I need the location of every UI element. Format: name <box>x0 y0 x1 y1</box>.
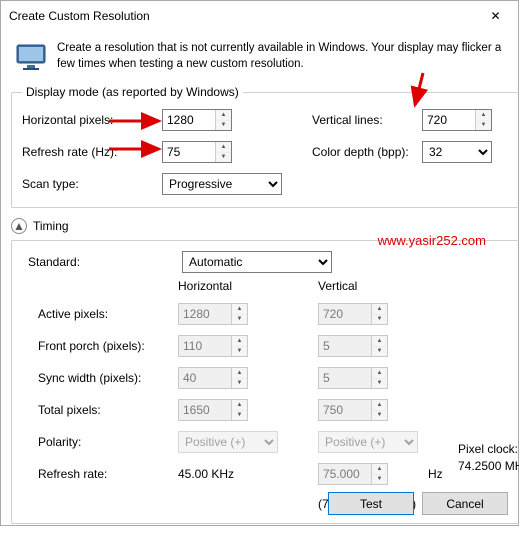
spinner-up-icon: ▲ <box>232 368 247 379</box>
spinner-up-icon[interactable]: ▲ <box>476 110 491 121</box>
hpix-input[interactable] <box>163 110 215 130</box>
rrate-input[interactable] <box>163 142 215 162</box>
spinner-down-icon[interactable]: ▼ <box>476 121 491 131</box>
timing-rrate-h: 45.00 KHz <box>178 467 288 481</box>
sync-label: Sync width (pixels): <box>38 371 178 385</box>
spinner-down-icon: ▼ <box>232 411 247 421</box>
test-button[interactable]: Test <box>328 492 414 515</box>
active-h-input <box>179 304 231 324</box>
active-v-input <box>319 304 371 324</box>
spinner-up-icon[interactable]: ▲ <box>216 142 231 153</box>
dialog-window: Create Custom Resolution ✕ Create a reso… <box>0 0 519 526</box>
close-button[interactable]: ✕ <box>473 1 518 31</box>
cdepth-label: Color depth (bpp): <box>312 145 422 159</box>
front-v-input <box>319 336 371 356</box>
total-v-input <box>319 400 371 420</box>
total-v-spinner: ▲▼ <box>318 399 388 421</box>
scan-select[interactable]: Progressive <box>162 173 282 195</box>
pixelclock-label: Pixel clock: <box>458 442 518 456</box>
vlines-label: Vertical lines: <box>312 113 422 127</box>
polarity-h-select: Positive (+) <box>178 431 278 453</box>
total-h-input <box>179 400 231 420</box>
front-v-spinner: ▲▼ <box>318 335 388 357</box>
standard-select[interactable]: Automatic <box>182 251 332 273</box>
front-h-spinner: ▲▼ <box>178 335 248 357</box>
rrate-label: Refresh rate (Hz): <box>22 145 162 159</box>
hpix-spinner[interactable]: ▲▼ <box>162 109 232 131</box>
chevron-up-icon: ▲ <box>13 219 25 233</box>
sync-h-spinner: ▲▼ <box>178 367 248 389</box>
timing-header: ▲ Timing <box>11 218 508 234</box>
spinner-up-icon: ▲ <box>372 400 387 411</box>
display-mode-legend: Display mode (as reported by Windows) <box>22 85 243 99</box>
col-horizontal: Horizontal <box>178 279 288 293</box>
spinner-down-icon: ▼ <box>372 411 387 421</box>
spinner-up-icon: ▲ <box>372 304 387 315</box>
spinner-up-icon: ▲ <box>232 336 247 347</box>
spinner-up-icon: ▲ <box>232 400 247 411</box>
watermark-text: www.yasir252.com <box>378 233 486 248</box>
intro-text: Create a resolution that is not currentl… <box>57 41 504 73</box>
content-area: Create a resolution that is not currentl… <box>1 31 518 544</box>
rrate-spinner[interactable]: ▲▼ <box>162 141 232 163</box>
spinner-up-icon: ▲ <box>372 336 387 347</box>
sync-h-input <box>179 368 231 388</box>
col-vertical: Vertical <box>318 279 428 293</box>
sync-v-spinner: ▲▼ <box>318 367 388 389</box>
spinner-up-icon: ▲ <box>372 368 387 379</box>
spinner-down-icon: ▼ <box>232 379 247 389</box>
sync-v-input <box>319 368 371 388</box>
timing-rrate-v-input <box>319 464 371 484</box>
timing-legend: Timing <box>33 219 69 233</box>
spinner-down-icon[interactable]: ▼ <box>216 153 231 163</box>
scan-label: Scan type: <box>22 177 162 191</box>
intro-row: Create a resolution that is not currentl… <box>11 35 508 85</box>
active-v-spinner: ▲▼ <box>318 303 388 325</box>
vlines-input[interactable] <box>423 110 475 130</box>
spinner-down-icon: ▼ <box>372 315 387 325</box>
front-h-input <box>179 336 231 356</box>
cdepth-select[interactable]: 32 <box>422 141 492 163</box>
timing-group: Standard: Automatic Horizontal Vertical … <box>11 240 519 524</box>
spinner-down-icon: ▼ <box>372 475 387 485</box>
active-h-spinner: ▲▼ <box>178 303 248 325</box>
pixelclock-value: 74.2500 MHz <box>458 459 519 473</box>
polarity-v-select: Positive (+) <box>318 431 418 453</box>
spinner-down-icon: ▼ <box>372 379 387 389</box>
titlebar: Create Custom Resolution ✕ <box>1 1 518 31</box>
total-h-spinner: ▲▼ <box>178 399 248 421</box>
front-label: Front porch (pixels): <box>38 339 178 353</box>
spinner-down-icon: ▼ <box>372 347 387 357</box>
active-label: Active pixels: <box>38 307 178 321</box>
vlines-spinner[interactable]: ▲▼ <box>422 109 492 131</box>
spinner-down-icon[interactable]: ▼ <box>216 121 231 131</box>
timing-rrate-label: Refresh rate: <box>38 467 178 481</box>
spinner-down-icon: ▼ <box>232 315 247 325</box>
total-label: Total pixels: <box>38 403 178 417</box>
spinner-up-icon[interactable]: ▲ <box>216 110 231 121</box>
spinner-up-icon: ▲ <box>372 464 387 475</box>
timing-rrate-v-unit: Hz <box>428 467 458 481</box>
footer: Test Cancel <box>328 492 508 515</box>
spinner-down-icon: ▼ <box>232 347 247 357</box>
cancel-button[interactable]: Cancel <box>422 492 508 515</box>
standard-label: Standard: <box>28 255 162 269</box>
window-title: Create Custom Resolution <box>9 9 150 23</box>
hpix-label: Horizontal pixels: <box>22 113 162 127</box>
polarity-label: Polarity: <box>38 435 178 449</box>
monitor-icon <box>15 41 47 73</box>
display-mode-group: Display mode (as reported by Windows) Ho… <box>11 85 519 208</box>
close-icon: ✕ <box>490 9 500 23</box>
spinner-up-icon: ▲ <box>232 304 247 315</box>
collapse-toggle[interactable]: ▲ <box>11 218 27 234</box>
timing-rrate-v-spinner: ▲▼ <box>318 463 388 485</box>
